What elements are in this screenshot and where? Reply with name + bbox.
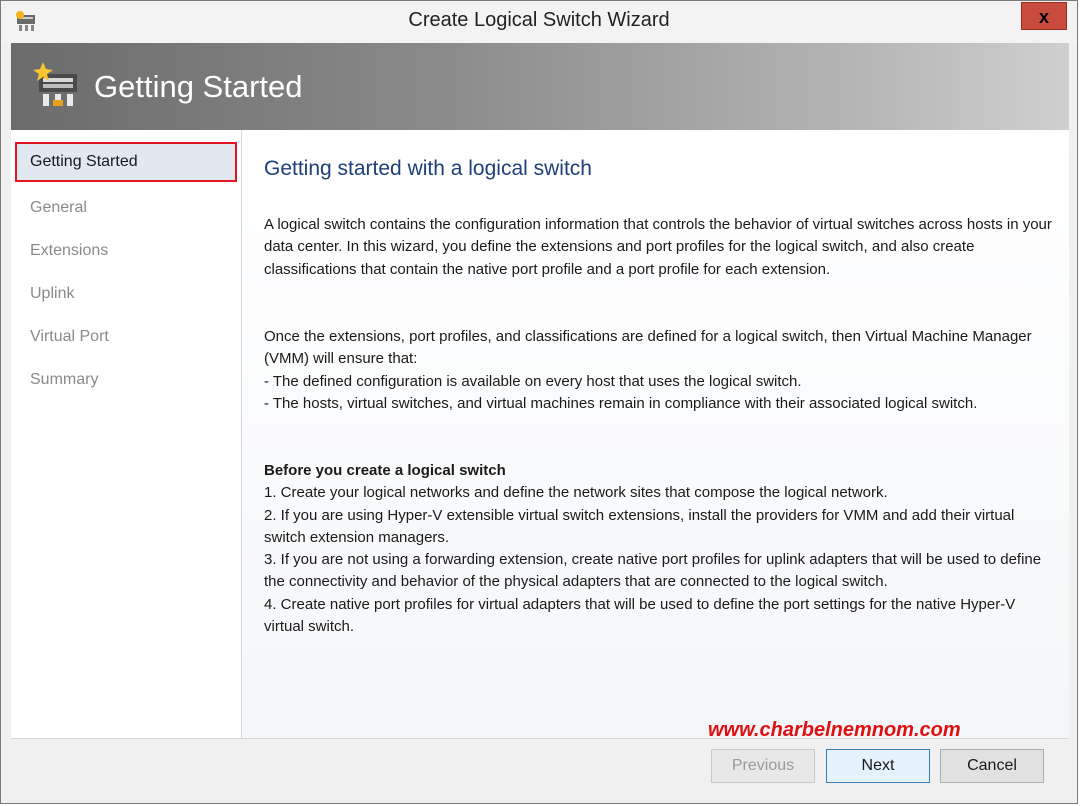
ensure-line: - The hosts, virtual switches, and virtu… (264, 394, 978, 412)
banner-title: Getting Started (94, 69, 303, 104)
step-summary[interactable]: Summary (30, 371, 98, 389)
wizard-banner: Getting Started (11, 43, 1069, 130)
title-bar: Create Logical Switch Wizard x (1, 1, 1077, 43)
before-section: Before you create a logical switch 1. Cr… (264, 460, 1054, 638)
intro-text: A logical switch contains the configurat… (264, 216, 1052, 278)
content-area: Getting Started General Extensions Uplin… (11, 130, 1069, 738)
window-title: Create Logical Switch Wizard (408, 9, 670, 31)
page-heading: Getting started with a logical switch (264, 157, 592, 180)
ensure-line: - The defined configuration is available… (264, 372, 802, 390)
before-step: 3. If you are not using a forwarding ext… (264, 551, 1042, 591)
vmm-ensure-paragraph: Once the extensions, port profiles, and … (264, 326, 1054, 415)
intro-paragraph: A logical switch contains the configurat… (264, 214, 1054, 281)
before-step: 1. Create your logical networks and defi… (264, 484, 888, 502)
step-uplink[interactable]: Uplink (30, 285, 74, 303)
before-step: 2. If you are using Hyper-V extensible v… (264, 506, 1015, 546)
cancel-button[interactable]: Cancel (940, 749, 1044, 783)
step-extensions[interactable]: Extensions (30, 242, 108, 260)
wizard-footer: www.charbelnemnom.com Previous Next Canc… (11, 719, 1069, 795)
wizard-window: Create Logical Switch Wizard x Getting S… (0, 0, 1078, 804)
before-title: Before you create a logical switch (264, 462, 506, 479)
step-getting-started[interactable]: Getting Started (15, 142, 237, 182)
close-button[interactable]: x (1021, 2, 1067, 30)
main-panel: Getting started with a logical switch A … (242, 130, 1069, 738)
step-general[interactable]: General (30, 199, 87, 217)
next-button[interactable]: Next (826, 749, 930, 783)
before-step: 4. Create native port profiles for virtu… (264, 595, 1016, 636)
watermark-text: www.charbelnemnom.com (708, 719, 961, 741)
wizard-steps-sidebar: Getting Started General Extensions Uplin… (11, 130, 242, 738)
step-virtual-port[interactable]: Virtual Port (30, 328, 109, 346)
logical-switch-icon (33, 62, 77, 106)
ensure-line: Once the extensions, port profiles, and … (264, 328, 1032, 368)
previous-button[interactable]: Previous (711, 749, 815, 783)
